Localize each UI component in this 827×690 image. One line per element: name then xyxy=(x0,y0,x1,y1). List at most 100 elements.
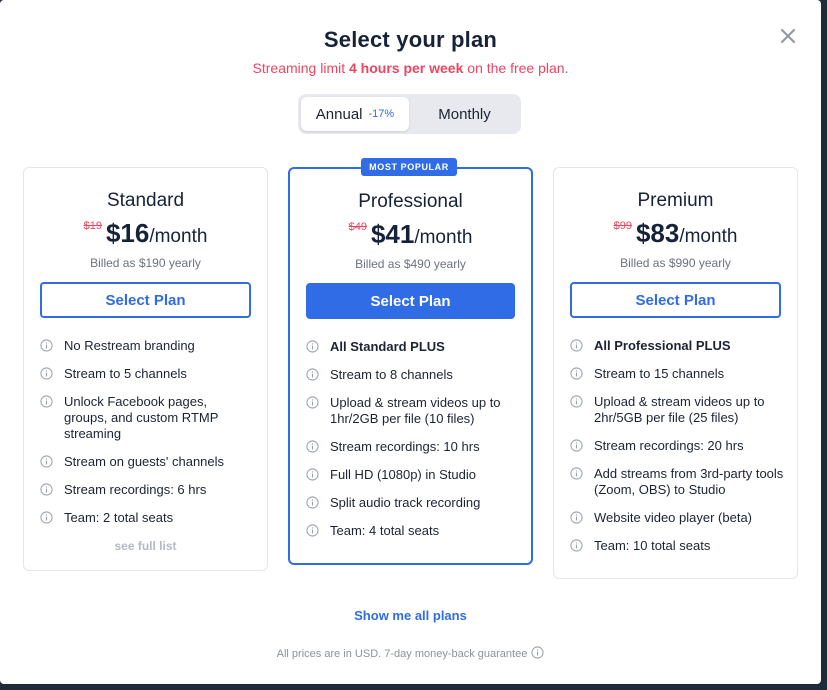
billing-period-toggle: Annual -17% Monthly xyxy=(298,94,521,134)
price-row: $49 $41/month xyxy=(290,219,531,250)
feature-item: Upload & stream videos up to 1hr/2GB per… xyxy=(306,395,521,427)
price-row: $19 $16/month xyxy=(24,218,267,249)
info-icon[interactable] xyxy=(306,468,319,481)
plan-name: Professional xyxy=(358,191,463,212)
feature-text: No Restream branding xyxy=(64,338,195,353)
subtitle-limit: 4 hours per week xyxy=(349,60,464,76)
info-icon[interactable] xyxy=(531,646,544,659)
feature-text: Add streams from 3rd-party tools (Zoom, … xyxy=(594,466,784,497)
feature-text: Stream to 8 channels xyxy=(330,367,453,382)
feature-text: Upload & stream videos up to 1hr/2GB per… xyxy=(330,395,501,426)
feature-item: Upload & stream videos up to 2hr/5GB per… xyxy=(570,394,787,426)
feature-list: All Standard PLUS Stream to 8 channels U… xyxy=(306,339,521,551)
price-period: /month xyxy=(414,227,473,248)
info-icon[interactable] xyxy=(306,340,319,353)
feature-text: Team: 4 total seats xyxy=(330,523,440,538)
price: $83 xyxy=(635,218,680,248)
select-plan-button[interactable]: Select Plan xyxy=(40,282,251,318)
feature-text: All Standard PLUS xyxy=(330,339,445,354)
feature-item: Team: 2 total seats xyxy=(40,510,257,526)
info-icon[interactable] xyxy=(40,395,53,408)
feature-text: Stream recordings: 6 hrs xyxy=(64,482,207,497)
old-price: $99 xyxy=(613,220,632,232)
feature-item: Stream to 8 channels xyxy=(306,367,521,383)
feature-text: All Professional PLUS xyxy=(594,338,731,353)
billed-yearly: Billed as $490 yearly xyxy=(355,257,466,271)
feature-text: Full HD (1080p) in Studio xyxy=(330,467,476,482)
modal-title: Select your plan xyxy=(323,27,498,52)
feature-item: All Professional PLUS xyxy=(570,338,787,354)
info-icon[interactable] xyxy=(306,496,319,509)
footnote-text: All prices are in USD. 7-day money-back … xyxy=(276,648,528,660)
price: $16 xyxy=(105,218,150,248)
price-period: /month xyxy=(149,226,208,247)
feature-text: Website video player (beta) xyxy=(594,510,753,525)
feature-text: Stream to 15 channels xyxy=(594,366,725,381)
feature-item: Team: 10 total seats xyxy=(570,538,787,554)
info-icon[interactable] xyxy=(570,367,583,380)
info-icon[interactable] xyxy=(306,368,319,381)
annual-option[interactable]: Annual -17% xyxy=(301,97,409,131)
select-plan-button[interactable]: Select Plan xyxy=(306,283,515,319)
info-icon[interactable] xyxy=(40,483,53,496)
plan-selection-modal: Select your plan Streaming limit 4 hours… xyxy=(0,0,821,684)
subtitle-prefix: Streaming limit xyxy=(252,60,349,76)
feature-text: Stream recordings: 10 hrs xyxy=(330,439,480,454)
feature-item: Stream to 5 channels xyxy=(40,366,257,382)
feature-text: Split audio track recording xyxy=(330,495,481,510)
feature-list: All Professional PLUS Stream to 15 chann… xyxy=(570,338,787,566)
feature-text: Upload & stream videos up to 2hr/5GB per… xyxy=(594,394,765,425)
old-price: $19 xyxy=(83,220,102,232)
old-price: $49 xyxy=(348,221,367,233)
see-full-list-link[interactable]: see full list xyxy=(24,539,267,553)
info-icon[interactable] xyxy=(306,524,319,537)
info-icon[interactable] xyxy=(40,511,53,524)
plan-card-premium: Premium $99 $83/month Billed as $990 year… xyxy=(553,167,798,579)
feature-text: Stream on guests' channels xyxy=(64,454,225,469)
annual-label: Annual xyxy=(315,105,363,123)
feature-text: Unlock Facebook pages, groups, and custo… xyxy=(64,394,219,441)
feature-item: All Standard PLUS xyxy=(306,339,521,355)
pricing-footnote: All prices are in USD. 7-day money-back … xyxy=(0,646,821,660)
streaming-limit-notice: Streaming limit 4 hours per week on the … xyxy=(0,60,821,76)
monthly-option[interactable]: Monthly xyxy=(411,97,518,131)
info-icon[interactable] xyxy=(306,440,319,453)
info-icon[interactable] xyxy=(306,396,319,409)
feature-item: Stream recordings: 10 hrs xyxy=(306,439,521,455)
info-icon[interactable] xyxy=(570,339,583,352)
subtitle-suffix: on the free plan. xyxy=(463,60,569,76)
feature-item: Add streams from 3rd-party tools (Zoom, … xyxy=(570,466,787,498)
billed-yearly: Billed as $990 yearly xyxy=(620,256,731,270)
price-row: $99 $83/month xyxy=(554,218,797,249)
feature-item: Stream recordings: 20 hrs xyxy=(570,438,787,454)
info-icon[interactable] xyxy=(570,539,583,552)
close-button[interactable] xyxy=(776,26,800,50)
most-popular-badge: MOST POPULAR xyxy=(361,158,457,176)
feature-item: Team: 4 total seats xyxy=(306,523,521,539)
info-icon[interactable] xyxy=(40,367,53,380)
info-icon[interactable] xyxy=(570,467,583,480)
price: $41 xyxy=(370,219,415,249)
info-icon[interactable] xyxy=(40,455,53,468)
info-icon[interactable] xyxy=(570,439,583,452)
info-icon[interactable] xyxy=(40,339,53,352)
feature-item: Stream to 15 channels xyxy=(570,366,787,382)
info-icon[interactable] xyxy=(570,395,583,408)
show-all-plans-link[interactable]: Show me all plans xyxy=(0,608,821,623)
plan-name: Standard xyxy=(106,190,185,211)
monthly-label: Monthly xyxy=(438,105,491,123)
plan-name: Premium xyxy=(637,190,714,211)
select-plan-button[interactable]: Select Plan xyxy=(570,282,781,318)
feature-item: Unlock Facebook pages, groups, and custo… xyxy=(40,394,257,442)
feature-text: Stream recordings: 20 hrs xyxy=(594,438,744,453)
feature-text: Stream to 5 channels xyxy=(64,366,187,381)
price-period: /month xyxy=(679,226,738,247)
close-icon xyxy=(781,28,795,48)
feature-text: Team: 10 total seats xyxy=(594,538,711,553)
plan-card-professional: Professional $49 $41/month Billed as $490… xyxy=(288,167,533,565)
feature-item: Website video player (beta) xyxy=(570,510,787,526)
feature-item: Stream recordings: 6 hrs xyxy=(40,482,257,498)
info-icon[interactable] xyxy=(570,511,583,524)
feature-text: Team: 2 total seats xyxy=(64,510,174,525)
feature-item: Stream on guests' channels xyxy=(40,454,257,470)
